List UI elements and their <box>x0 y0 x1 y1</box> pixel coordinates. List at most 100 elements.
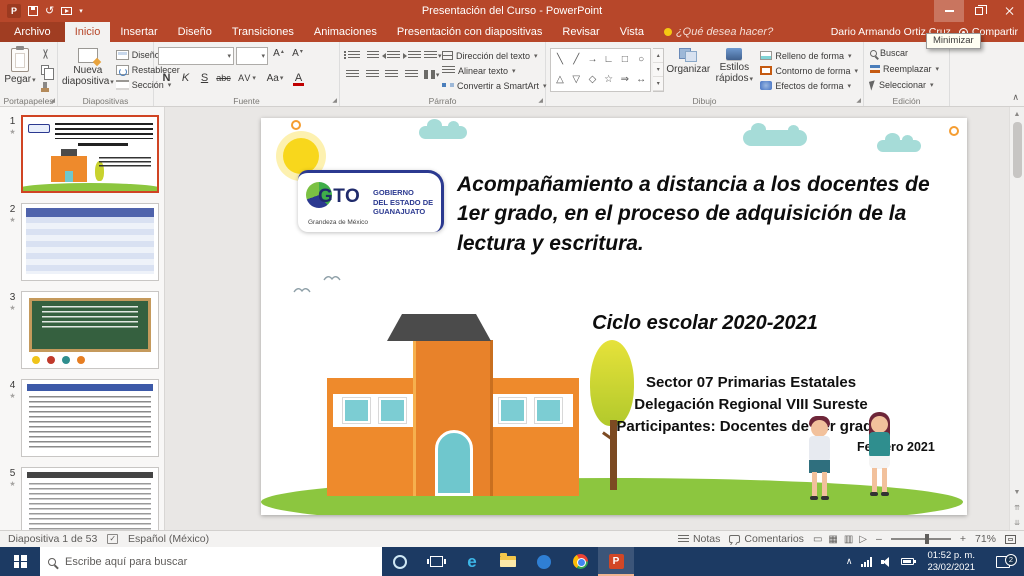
tab-presentacion[interactable]: Presentación con diapositivas <box>387 22 553 42</box>
font-color-button[interactable]: A <box>290 70 307 87</box>
slide-canvas[interactable]: GTO Grandeza de México GOBIERNO DEL ESTA… <box>261 118 967 515</box>
task-view-button[interactable] <box>418 547 454 576</box>
slide-thumbnail[interactable] <box>21 115 159 193</box>
zoom-in-icon[interactable]: + <box>960 533 966 545</box>
minimize-button[interactable] <box>934 0 964 22</box>
gallery-more-icon[interactable]: ▾ <box>653 77 663 91</box>
undo-icon[interactable]: ↺ <box>45 6 54 16</box>
decrease-font-button[interactable]: A▾ <box>289 48 306 65</box>
app-button[interactable] <box>526 547 562 576</box>
scroll-up-icon[interactable]: ▲ <box>1010 107 1024 122</box>
zoom-out-icon[interactable]: – <box>876 533 882 545</box>
fit-to-window-icon[interactable] <box>1005 535 1016 544</box>
align-right-button[interactable] <box>384 67 401 82</box>
increase-font-button[interactable]: A▴ <box>270 48 287 65</box>
underline-button[interactable]: S <box>196 70 213 87</box>
shape-option[interactable]: ⇒ <box>618 74 632 86</box>
paste-button[interactable]: Pegar▾ <box>4 45 36 94</box>
justify-button[interactable] <box>403 67 420 82</box>
slide-sorter-view-icon[interactable]: ▦ <box>828 534 837 545</box>
increase-indent-button[interactable] <box>403 48 421 63</box>
shape-option[interactable]: ↔ <box>634 74 648 86</box>
next-slide-icon[interactable]: ⇊ <box>1010 515 1024 530</box>
zoom-level[interactable]: 71% <box>975 533 996 545</box>
shape-option[interactable]: ○ <box>634 54 648 66</box>
battery-icon[interactable] <box>901 558 914 565</box>
zoom-slider[interactable] <box>891 538 951 540</box>
shape-option[interactable]: ╱ <box>569 54 583 66</box>
select-button[interactable]: Seleccionar▾ <box>868 77 946 93</box>
slideshow-view-icon[interactable]: ▷ <box>859 534 867 545</box>
decrease-indent-button[interactable] <box>382 48 400 63</box>
taskbar-search-input[interactable] <box>63 555 374 569</box>
quick-styles-button[interactable]: Estilos rápidos▾ <box>712 45 756 94</box>
save-icon[interactable] <box>28 6 38 16</box>
shape-option[interactable]: ▽ <box>569 74 583 86</box>
tab-revisar[interactable]: Revisar <box>552 22 609 42</box>
show-hidden-icons-chevron[interactable]: ∧ <box>846 556 853 567</box>
cortana-button[interactable] <box>382 547 418 576</box>
start-button[interactable] <box>0 547 40 576</box>
new-slide-button[interactable]: Nueva diapositiva▾ <box>62 45 114 94</box>
bullets-button[interactable] <box>344 48 360 63</box>
dialog-launcher-icon[interactable]: ◢ <box>50 98 55 104</box>
dialog-launcher-icon[interactable]: ◢ <box>538 98 543 104</box>
slide-counter[interactable]: Diapositiva 1 de 53 <box>8 533 97 545</box>
previous-slide-icon[interactable]: ⇈ <box>1010 500 1024 515</box>
powerpoint-app-icon[interactable]: P <box>7 4 21 18</box>
tell-me-box[interactable]: ¿Qué desea hacer? <box>654 22 783 42</box>
customize-qat-icon[interactable]: ▾ <box>79 7 83 15</box>
start-slideshow-icon[interactable] <box>61 7 72 15</box>
slide-thumbnail[interactable] <box>21 467 159 530</box>
shape-option[interactable]: △ <box>553 74 567 86</box>
shape-option[interactable]: ╲ <box>553 54 567 66</box>
language-indicator[interactable]: Español (México) <box>128 533 209 545</box>
font-size-select[interactable]: ▾ <box>236 47 268 65</box>
tab-transiciones[interactable]: Transiciones <box>222 22 304 42</box>
shape-option[interactable]: → <box>585 54 599 66</box>
notes-button[interactable]: Notas <box>678 533 720 545</box>
replace-button[interactable]: Reemplazar▾ <box>868 61 946 77</box>
zoom-slider-thumb[interactable] <box>925 534 929 544</box>
slide-title-textbox[interactable]: Acompañamiento a distancia a los docente… <box>457 170 953 258</box>
spellcheck-icon[interactable]: ✓ <box>107 534 118 544</box>
cut-button[interactable] <box>36 47 54 62</box>
close-button[interactable] <box>994 0 1024 22</box>
restore-button[interactable] <box>964 0 994 22</box>
tab-vista[interactable]: Vista <box>610 22 654 42</box>
scrollbar-thumb[interactable] <box>1013 122 1022 178</box>
shape-option[interactable]: ◇ <box>585 74 599 86</box>
volume-icon[interactable] <box>881 557 892 567</box>
vertical-scrollbar[interactable]: ▲ ▼ ⇈ ⇊ <box>1009 107 1024 530</box>
shape-effects-button[interactable]: Efectos de forma▾ <box>758 78 860 93</box>
powerpoint-taskbar-button[interactable]: P <box>598 547 634 576</box>
shape-fill-button[interactable]: Relleno de forma▾ <box>758 48 860 63</box>
scroll-down-icon[interactable]: ▼ <box>1010 485 1024 500</box>
columns-button[interactable]: ▾ <box>423 67 440 82</box>
comments-button[interactable]: Comentarios <box>729 533 804 545</box>
taskbar-clock[interactable]: 01:52 p. m. 23/02/2021 <box>923 550 979 573</box>
line-spacing-button[interactable]: ▾ <box>424 48 442 63</box>
strikethrough-button[interactable]: abc <box>215 70 232 87</box>
tab-inicio[interactable]: Inicio <box>65 22 111 42</box>
character-spacing-button[interactable]: AV▾ <box>234 70 260 87</box>
tab-animaciones[interactable]: Animaciones <box>304 22 387 42</box>
copy-button[interactable] <box>36 63 54 78</box>
arrange-button[interactable]: Organizar <box>666 45 710 94</box>
tab-diseno[interactable]: Diseño <box>168 22 222 42</box>
chrome-button[interactable] <box>562 547 598 576</box>
shape-option[interactable]: ∟ <box>602 54 616 66</box>
shape-option[interactable]: ☆ <box>602 74 616 86</box>
align-center-button[interactable] <box>364 67 381 82</box>
numbering-button[interactable] <box>363 48 379 63</box>
bold-button[interactable]: N <box>158 70 175 87</box>
network-icon[interactable] <box>861 557 872 567</box>
file-explorer-button[interactable] <box>490 547 526 576</box>
align-left-button[interactable] <box>344 67 361 82</box>
taskbar-search-box[interactable] <box>40 547 382 576</box>
font-name-select[interactable]: ▾ <box>158 47 234 65</box>
reading-view-icon[interactable]: ▥ <box>844 534 853 545</box>
shape-option[interactable]: □ <box>618 54 632 66</box>
dialog-launcher-icon[interactable]: ◢ <box>332 98 337 104</box>
change-case-button[interactable]: Aa▾ <box>262 70 288 87</box>
